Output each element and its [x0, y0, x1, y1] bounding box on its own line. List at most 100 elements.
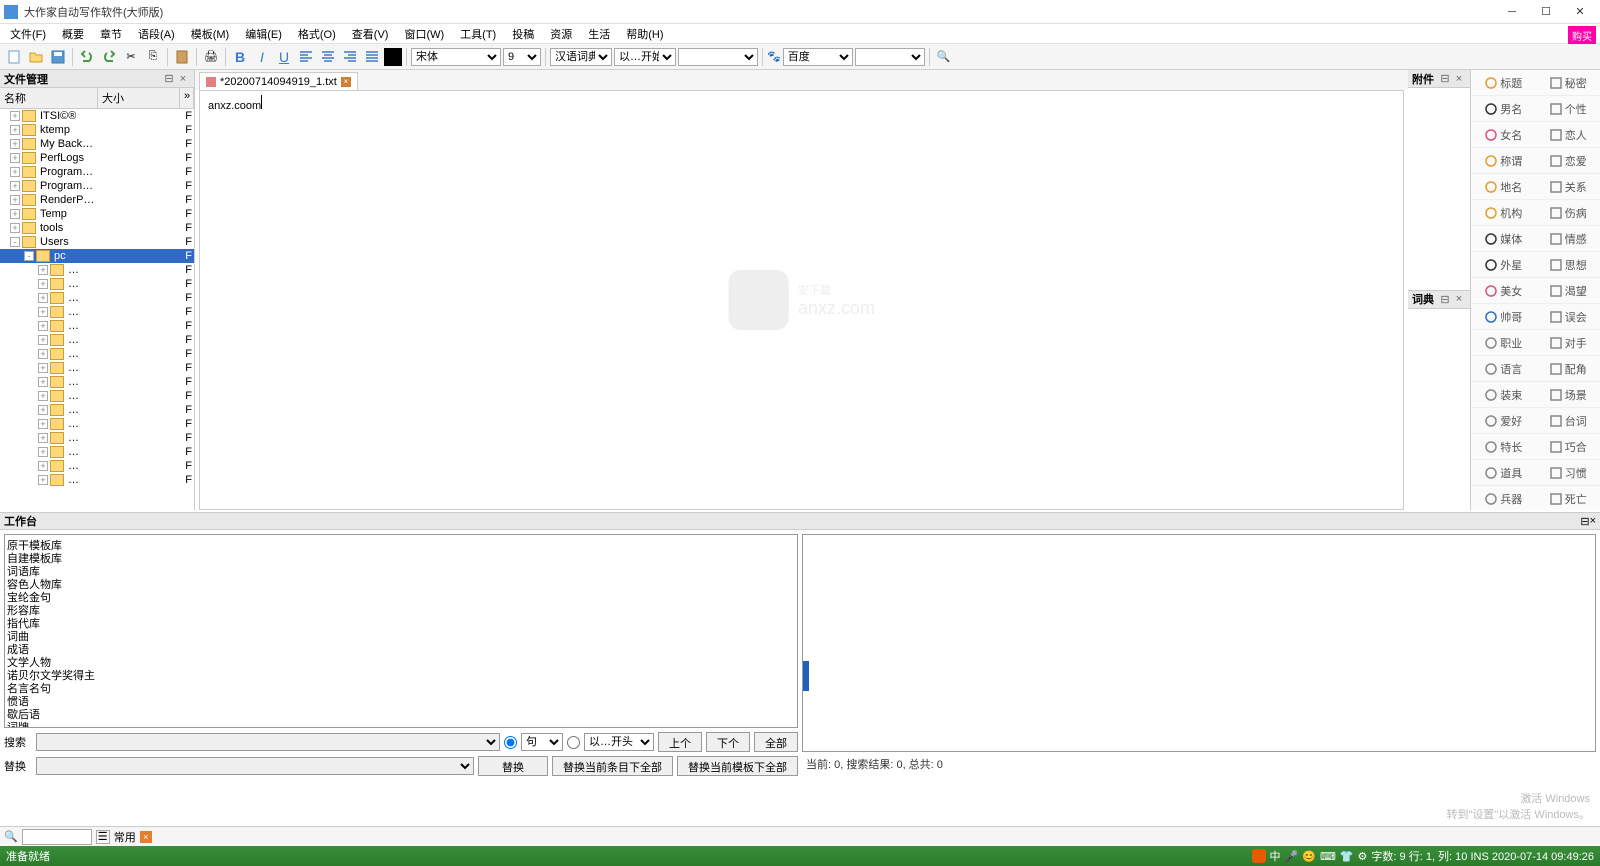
tree-row[interactable]: +ITSI©®F [0, 109, 194, 123]
palette-item[interactable]: 语言 [1471, 356, 1536, 382]
paste-icon[interactable] [172, 47, 192, 67]
expand-icon[interactable]: + [38, 447, 48, 457]
print-icon[interactable]: 🖨 [201, 47, 221, 67]
menu-item[interactable]: 资源 [544, 24, 578, 44]
panel-pin-icon[interactable]: ⊟ [162, 72, 176, 85]
justify-icon[interactable] [362, 47, 382, 67]
replace-template-button[interactable]: 替换当前模板下全部 [677, 756, 798, 776]
tree-row[interactable]: +…F [0, 361, 194, 375]
menu-item[interactable]: 语段(A) [132, 24, 181, 44]
attach-close-icon[interactable]: × [1452, 73, 1466, 85]
tree-row[interactable]: +…F [0, 263, 194, 277]
list-item[interactable]: 词语库 [7, 563, 795, 576]
expand-icon[interactable]: + [10, 181, 20, 191]
list-item[interactable]: 形容库 [7, 602, 795, 615]
col-name[interactable]: 名称 [0, 88, 98, 108]
font-select[interactable]: 宋体 [411, 48, 501, 66]
menu-item[interactable]: 文件(F) [4, 24, 52, 44]
expand-icon[interactable]: - [10, 237, 20, 247]
font-size-select[interactable]: 9 [503, 48, 541, 66]
tree-row[interactable]: -pcF [0, 249, 194, 263]
list-item[interactable]: 容色人物库 [7, 576, 795, 589]
menu-item[interactable]: 模板(M) [185, 24, 236, 44]
copy-icon[interactable]: ⎘ [143, 47, 163, 67]
search-field[interactable] [36, 733, 500, 751]
dict-close-icon[interactable]: × [1452, 293, 1466, 305]
result-scrollbar[interactable] [803, 661, 809, 691]
open-icon[interactable] [26, 47, 46, 67]
shirt-icon[interactable]: 👕 [1340, 850, 1354, 863]
blank-select-1[interactable] [678, 48, 758, 66]
palette-item[interactable]: 爱好 [1471, 408, 1536, 434]
palette-item[interactable]: 死亡 [1536, 486, 1600, 510]
tree-row[interactable]: +…F [0, 417, 194, 431]
minimize-button[interactable]: ─ [1496, 2, 1528, 22]
palette-item[interactable]: 机构 [1471, 200, 1536, 226]
tree-row[interactable]: +…F [0, 403, 194, 417]
tree-row[interactable]: +Program…F [0, 179, 194, 193]
tree-row[interactable]: +…F [0, 305, 194, 319]
palette-item[interactable]: 称谓 [1471, 148, 1536, 174]
menu-item[interactable]: 工具(T) [454, 24, 502, 44]
menu-item[interactable]: 格式(O) [292, 24, 342, 44]
palette-item[interactable]: 伤病 [1536, 200, 1600, 226]
tree-row[interactable]: -UsersF [0, 235, 194, 249]
text-editor[interactable]: anxz.coom 安下载anxz.com [199, 90, 1404, 510]
expand-icon[interactable]: + [10, 223, 20, 233]
expand-icon[interactable]: + [38, 377, 48, 387]
start-select[interactable]: 以…开始 [614, 48, 676, 66]
list-item[interactable]: 成语 [7, 641, 795, 654]
palette-item[interactable]: 配角 [1536, 356, 1600, 382]
list-item[interactable]: 原干模板库 [7, 537, 795, 550]
template-list[interactable]: 原干模板库自建模板库词语库容色人物库宝纶金句形容库指代库词曲成语文学人物诺贝尔文… [4, 534, 798, 728]
expand-icon[interactable]: + [38, 335, 48, 345]
bottom-tab-close-icon[interactable]: × [140, 831, 152, 843]
tree-row[interactable]: +Program…F [0, 165, 194, 179]
search-icon[interactable]: 🔍 [934, 47, 954, 67]
palette-item[interactable]: 男名 [1471, 96, 1536, 122]
palette-item[interactable]: 地名 [1471, 174, 1536, 200]
unit-select[interactable]: 句 [521, 733, 563, 751]
menu-item[interactable]: 查看(V) [346, 24, 395, 44]
list-item[interactable]: 诺贝尔文学奖得主 [7, 667, 795, 680]
panel-close-icon[interactable]: × [176, 73, 190, 85]
tree-row[interactable]: +…F [0, 375, 194, 389]
tree-row[interactable]: +My Back…F [0, 137, 194, 151]
blank-select-2[interactable] [855, 48, 925, 66]
all-button[interactable]: 全部 [754, 732, 798, 752]
palette-item[interactable]: 恋人 [1536, 122, 1600, 148]
expand-icon[interactable]: + [38, 475, 48, 485]
expand-icon[interactable]: - [24, 251, 34, 261]
palette-item[interactable]: 秘密 [1536, 70, 1600, 96]
palette-item[interactable]: 兵器 [1471, 486, 1536, 510]
palette-item[interactable]: 帅哥 [1471, 304, 1536, 330]
cut-icon[interactable]: ✂ [121, 47, 141, 67]
palette-item[interactable]: 女名 [1471, 122, 1536, 148]
menu-item[interactable]: 编辑(E) [239, 24, 288, 44]
palette-item[interactable]: 职业 [1471, 330, 1536, 356]
list-item[interactable]: 宝纶金句 [7, 589, 795, 602]
page-icon[interactable]: ☰ [96, 830, 110, 844]
list-item[interactable]: 歇后语 [7, 706, 795, 719]
gear-icon[interactable]: ⚙ [1358, 850, 1368, 863]
search-engine-select[interactable]: 百度 [783, 48, 853, 66]
expand-icon[interactable]: + [38, 321, 48, 331]
expand-icon[interactable]: + [10, 139, 20, 149]
palette-item[interactable]: 个性 [1536, 96, 1600, 122]
expand-icon[interactable]: + [10, 195, 20, 205]
align-center-icon[interactable] [318, 47, 338, 67]
expand-icon[interactable]: + [38, 349, 48, 359]
palette-item[interactable]: 道具 [1471, 460, 1536, 486]
tree-row[interactable]: +…F [0, 445, 194, 459]
tree-row[interactable]: +TempF [0, 207, 194, 221]
palette-item[interactable]: 巧合 [1536, 434, 1600, 460]
palette-item[interactable]: 恋爱 [1536, 148, 1600, 174]
keyboard-icon[interactable]: ⌨ [1320, 850, 1336, 863]
bold-icon[interactable]: B [230, 47, 250, 67]
palette-item[interactable]: 特长 [1471, 434, 1536, 460]
menu-item[interactable]: 投稿 [506, 24, 540, 44]
expand-icon[interactable]: + [38, 405, 48, 415]
palette-item[interactable]: 习惯 [1536, 460, 1600, 486]
menu-item[interactable]: 概要 [56, 24, 90, 44]
list-item[interactable]: 自建模板库 [7, 550, 795, 563]
